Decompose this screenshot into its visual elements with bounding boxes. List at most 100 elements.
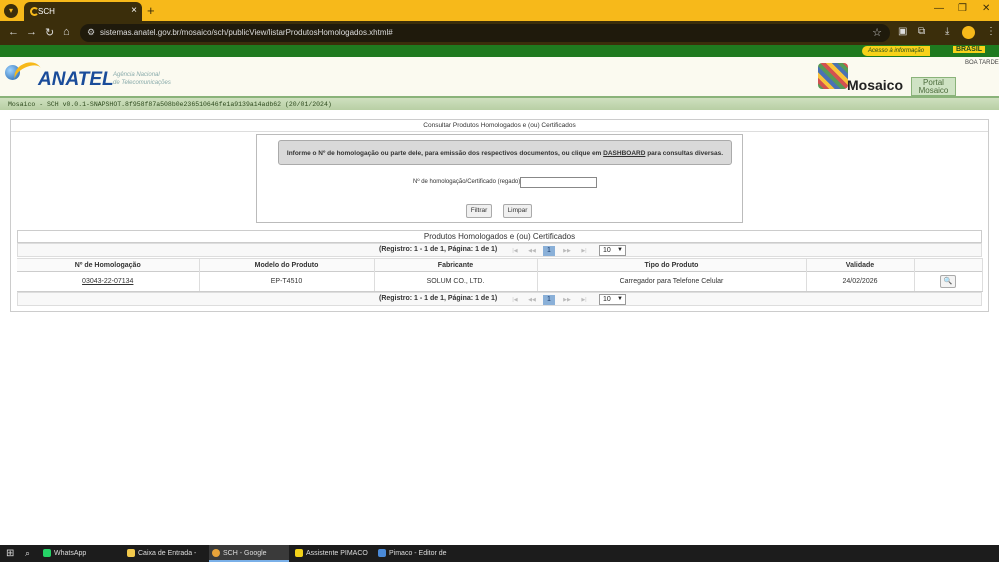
chevron-down-icon: ▼ xyxy=(617,296,623,302)
validade-cell: 24/02/2026 xyxy=(806,271,915,292)
chrome-menu-icon[interactable]: ⋮ xyxy=(986,26,996,37)
browser-tab[interactable]: SCH × xyxy=(24,2,142,21)
new-tab-button[interactable]: + xyxy=(147,3,155,18)
extension-icon[interactable]: ▣ xyxy=(898,26,907,37)
current-page-button[interactable]: 1 xyxy=(543,295,555,305)
dashboard-link[interactable]: DASHBOARD xyxy=(603,150,645,157)
col-tipo[interactable]: Tipo do Produto xyxy=(537,258,807,272)
chrome-icon xyxy=(212,549,220,558)
mosaico-logo-icon xyxy=(818,63,848,89)
profile-avatar[interactable] xyxy=(962,26,975,39)
col-modelo[interactable]: Modelo do Produto xyxy=(199,258,375,272)
pager-status-bottom: (Registro: 1 - 1 de 1, Página: 1 de 1) xyxy=(379,295,498,302)
close-window-button[interactable]: ✕ xyxy=(982,3,990,14)
col-fabricante[interactable]: Fabricante xyxy=(374,258,538,272)
homologacao-label: Nº de homologação/Certificado (regado): xyxy=(413,179,522,185)
clear-button[interactable]: Limpar xyxy=(503,204,532,218)
anatel-logo[interactable]: ANATEL xyxy=(38,69,114,91)
current-page-button[interactable]: 1 xyxy=(543,246,555,256)
search-icon[interactable]: ⌕ xyxy=(22,545,30,562)
col-validade[interactable]: Validade xyxy=(806,258,915,272)
prev-page-icon[interactable]: ◀◀ xyxy=(525,295,539,305)
fabricante-cell: SOLUM CO., LTD. xyxy=(374,271,538,292)
taskbar-chrome[interactable]: SCH - Google Chrome xyxy=(209,545,289,562)
col-homologacao[interactable]: Nº de Homologação xyxy=(17,258,200,272)
last-page-icon[interactable]: ▶| xyxy=(577,295,591,305)
first-page-icon[interactable]: |◀ xyxy=(508,295,522,305)
pimaco-editor-icon xyxy=(378,549,386,558)
first-page-icon[interactable]: |◀ xyxy=(508,246,522,256)
mosaico-title: Mosaico xyxy=(847,77,904,93)
taskbar-label: SCH - Google Chrome xyxy=(223,550,267,557)
taskbar-label: Pimaco - Editor de Eti... xyxy=(389,550,447,557)
agencia-line2: de Telecomunicações xyxy=(113,80,171,86)
back-icon[interactable]: ← xyxy=(8,26,19,38)
rows-per-page-select[interactable]: 10 ▼ xyxy=(599,294,626,305)
panel-title: Consultar Produtos Homologados e (ou) Ce… xyxy=(11,120,988,132)
taskbar-mail[interactable]: Caixa de Entrada - wil... xyxy=(124,545,206,562)
taskbar-whatsapp[interactable]: WhatsApp xyxy=(40,545,120,562)
pager-top: (Registro: 1 - 1 de 1, Página: 1 de 1) |… xyxy=(17,243,982,257)
maximize-button[interactable]: ❐ xyxy=(958,3,967,14)
whatsapp-icon xyxy=(43,549,51,558)
info-text-after: para consultas diversas. xyxy=(645,150,724,157)
modelo-cell: EP-T4510 xyxy=(199,271,375,292)
gov-bar xyxy=(0,45,999,57)
homologacao-input[interactable] xyxy=(520,177,597,188)
tab-title: SCH xyxy=(38,7,55,16)
home-icon[interactable]: ⌂ xyxy=(63,26,70,38)
url-text: sistemas.anatel.gov.br/mosaico/sch/publi… xyxy=(100,28,393,37)
pager-bottom: (Registro: 1 - 1 de 1, Página: 1 de 1) |… xyxy=(17,292,982,306)
chevron-down-icon: ▼ xyxy=(617,247,623,253)
prev-page-icon[interactable]: ◀◀ xyxy=(525,246,539,256)
results-table: Nº de Homologação Modelo do Produto Fabr… xyxy=(17,258,983,292)
rows-per-page-value: 10 xyxy=(603,247,611,254)
rows-per-page-select[interactable]: 10 ▼ xyxy=(599,245,626,256)
last-page-icon[interactable]: ▶| xyxy=(577,246,591,256)
pager-status: (Registro: 1 - 1 de 1, Página: 1 de 1) xyxy=(379,246,498,253)
view-details-search-icon[interactable]: 🔍 xyxy=(940,275,956,288)
mail-icon xyxy=(127,549,135,558)
site-header: ANATEL Agência Nacional de Telecomunicaç… xyxy=(0,57,999,96)
acesso-informacao-link[interactable]: Acesso à informação xyxy=(862,46,931,56)
taskbar: ⊞ ⌕ WhatsApp Caixa de Entrada - wil... S… xyxy=(0,545,999,562)
puzzle-icon[interactable]: ⧉ xyxy=(918,26,925,37)
brasil-link[interactable]: BRASIL xyxy=(953,46,986,53)
portal-line2: Mosaico xyxy=(918,86,949,95)
table-header-row: Nº de Homologação Modelo do Produto Fabr… xyxy=(17,258,983,272)
filter-button[interactable]: Filtrar xyxy=(466,204,492,218)
version-bar: Mosaico - SCH v0.0.1-SNAPSHOT.8f958f87a5… xyxy=(0,96,999,110)
address-bar[interactable]: ⚙ sistemas.anatel.gov.br/mosaico/sch/pub… xyxy=(80,24,890,42)
minimize-button[interactable]: — xyxy=(934,3,944,14)
agencia-line1: Agência Nacional xyxy=(113,72,160,78)
next-page-icon[interactable]: ▶▶ xyxy=(560,246,574,256)
portal-mosaico-button[interactable]: Portal Mosaico xyxy=(911,77,956,96)
next-page-icon[interactable]: ▶▶ xyxy=(560,295,574,305)
taskbar-pimaco-editor[interactable]: Pimaco - Editor de Eti... xyxy=(375,545,457,562)
rows-per-page-value: 10 xyxy=(603,296,611,303)
pimaco-icon xyxy=(295,549,303,558)
bookmark-star-icon[interactable]: ☆ xyxy=(872,26,882,39)
browser-tab-strip: ▾ SCH × + — ❐ ✕ xyxy=(0,0,999,21)
results-title: Produtos Homologados e (ou) Certificados xyxy=(17,230,982,243)
reload-icon[interactable]: ↻ xyxy=(45,26,54,39)
start-icon[interactable]: ⊞ xyxy=(3,545,14,562)
tab-close-icon[interactable]: × xyxy=(131,5,137,16)
browser-toolbar: ← → ↻ ⌂ ⚙ sistemas.anatel.gov.br/mosaico… xyxy=(0,21,999,45)
actions-cell: 🔍 xyxy=(914,271,983,292)
agencia-text: Agência Nacional de Telecomunicações xyxy=(113,71,171,87)
info-text-before: Informe o Nº de homologação ou parte del… xyxy=(286,150,604,157)
info-message: Informe o Nº de homologação ou parte del… xyxy=(278,140,732,165)
forward-icon[interactable]: → xyxy=(26,26,37,38)
taskbar-label: WhatsApp xyxy=(54,550,87,557)
tab-search-icon[interactable]: ▾ xyxy=(4,4,18,18)
col-actions xyxy=(914,258,983,272)
table-row: 03043-22-07134 EP-T4510 SOLUM CO., LTD. … xyxy=(17,271,983,292)
taskbar-pimaco-assistant[interactable]: Assistente PIMACO xyxy=(292,545,372,562)
download-icon[interactable]: ⤓ xyxy=(945,26,949,37)
tipo-cell: Carregador para Telefone Celular xyxy=(537,271,807,292)
taskbar-label: Caixa de Entrada - wil... xyxy=(138,550,197,557)
site-info-icon[interactable]: ⚙ xyxy=(87,27,95,38)
taskbar-label: Assistente PIMACO xyxy=(306,550,368,557)
homologacao-link[interactable]: 03043-22-07134 xyxy=(17,271,200,292)
